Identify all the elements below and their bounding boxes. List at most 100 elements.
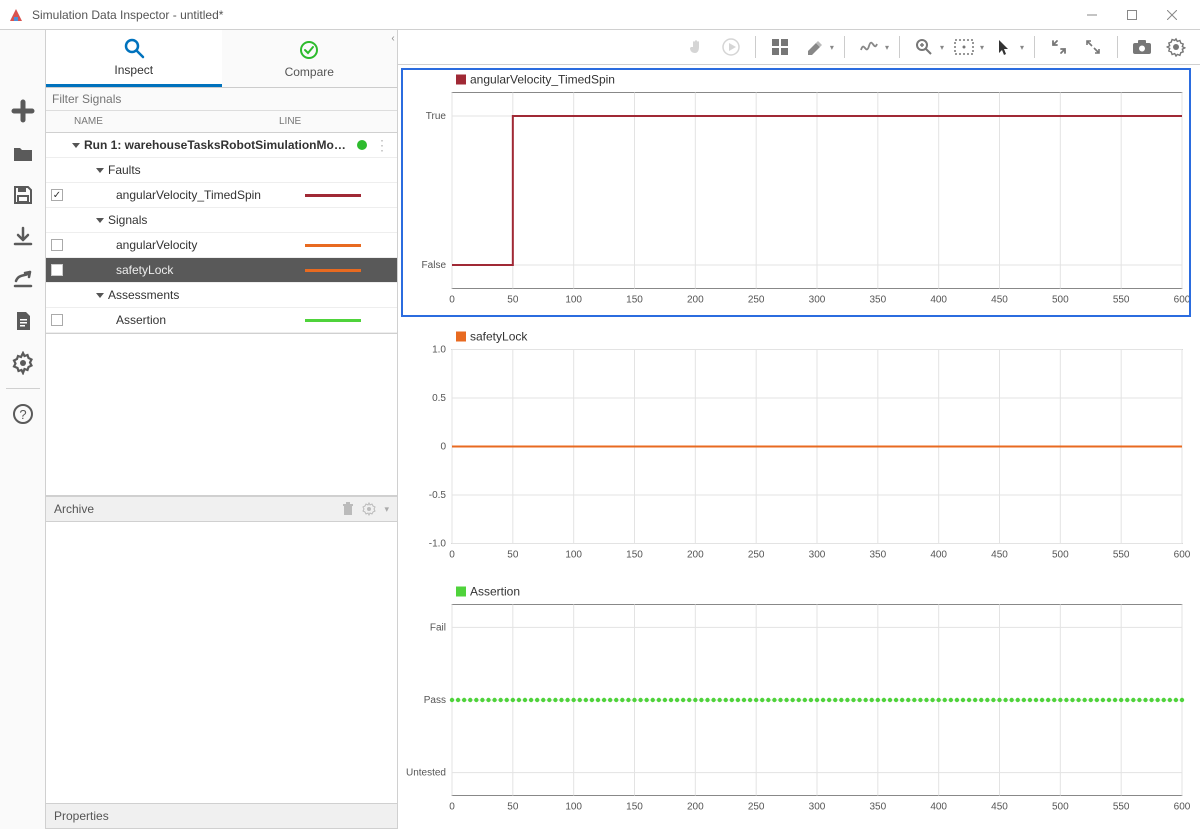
svg-text:0.5: 0.5 [432,393,446,404]
tree-item-angular-timed[interactable]: ✓ angularVelocity_TimedSpin [46,183,397,208]
svg-text:50: 50 [507,295,519,306]
plot-3[interactable]: Assertion0501001502002503003504004505005… [402,581,1190,823]
cursor-icon[interactable] [990,33,1018,61]
app-icon [8,7,24,23]
svg-text:Assertion: Assertion [470,585,520,599]
checkbox[interactable] [51,314,63,326]
stream-icon[interactable] [717,33,745,61]
zoom-icon[interactable] [910,33,938,61]
svg-text:50: 50 [507,550,519,561]
pan-icon[interactable] [683,33,711,61]
line-color-swatch [305,319,361,322]
svg-text:350: 350 [869,295,886,306]
svg-text:400: 400 [930,802,947,813]
gear-icon[interactable] [362,502,376,516]
svg-text:600: 600 [1174,550,1190,561]
help-button[interactable]: ? [4,396,42,432]
svg-text:450: 450 [991,802,1008,813]
svg-text:550: 550 [1113,295,1130,306]
restore-window-icon[interactable] [1045,33,1073,61]
tree-group-assessments[interactable]: Assessments [46,283,397,308]
signal-plot-type-icon[interactable] [855,33,883,61]
svg-text:400: 400 [930,295,947,306]
svg-text:300: 300 [809,295,826,306]
chevron-down-icon[interactable]: ▾ [384,504,389,515]
plot-2[interactable]: safetyLock050100150200250300350400450500… [402,326,1190,571]
tab-label: Compare [285,65,334,79]
minimize-button[interactable] [1072,1,1112,29]
tree-group-faults[interactable]: Faults [46,158,397,183]
plot-1[interactable]: angularVelocity_TimedSpin050100150200250… [402,69,1190,316]
close-button[interactable] [1152,1,1192,29]
chevron-down-icon[interactable]: ▾ [980,43,984,52]
svg-text:50: 50 [507,802,519,813]
svg-text:-0.5: -0.5 [429,490,447,501]
snapshot-icon[interactable] [1128,33,1156,61]
add-button[interactable] [4,93,42,129]
svg-text:500: 500 [1052,802,1069,813]
inspect-panel: ‹ Inspect Compare NAME LINE Run 1: wareh… [46,30,398,829]
column-header: NAME LINE [46,111,397,133]
line-color-swatch [305,194,361,197]
export-button[interactable] [4,261,42,297]
checkbox[interactable]: ✓ [51,189,63,201]
save-button[interactable] [4,177,42,213]
tab-inspect[interactable]: Inspect [46,30,222,87]
svg-text:550: 550 [1113,550,1130,561]
tree-run-row[interactable]: Run 1: warehouseTasksRobotSimulationMode… [46,133,397,158]
svg-text:200: 200 [687,295,704,306]
tree-group-signals[interactable]: Signals [46,208,397,233]
tab-compare[interactable]: Compare [222,30,398,87]
col-line-header: LINE [273,116,397,127]
delete-icon[interactable] [342,502,354,516]
svg-text:-1.0: -1.0 [429,539,447,550]
svg-text:100: 100 [565,802,582,813]
signal-tree: Run 1: warehouseTasksRobotSimulationMode… [46,133,397,334]
maximize-button[interactable] [1112,1,1152,29]
chevron-down-icon[interactable]: ▾ [830,43,834,52]
col-name-header: NAME [68,116,273,127]
checkbox[interactable] [51,264,63,276]
tree-item-safety-lock[interactable]: safetyLock [46,258,397,283]
svg-text:500: 500 [1052,295,1069,306]
import-button[interactable] [4,219,42,255]
svg-text:600: 600 [1174,802,1190,813]
gear-icon[interactable] [1162,33,1190,61]
svg-text:False: False [422,260,447,271]
svg-text:150: 150 [626,295,643,306]
side-toolbar: ? [0,30,46,829]
svg-text:350: 350 [869,802,886,813]
chevron-down-icon[interactable]: ▾ [940,43,944,52]
clear-plot-icon[interactable] [800,33,828,61]
svg-text:600: 600 [1174,295,1190,306]
collapse-panel-button[interactable]: ‹ [388,32,398,44]
archive-header[interactable]: Archive ▾ [46,496,397,522]
properties-header[interactable]: Properties [46,803,397,829]
title-bar: Simulation Data Inspector - untitled* [0,0,1200,30]
run-options-button[interactable]: ⋮ [371,140,393,150]
tree-item-angular-velocity[interactable]: angularVelocity [46,233,397,258]
filter-row [46,88,397,111]
filter-input[interactable] [46,88,397,110]
chevron-down-icon[interactable]: ▾ [885,43,889,52]
tree-item-assertion[interactable]: Assertion [46,308,397,333]
status-dot-icon [357,140,367,150]
open-folder-button[interactable] [4,135,42,171]
svg-text:0: 0 [449,550,455,561]
tab-label: Inspect [114,63,153,77]
svg-text:Untested: Untested [406,768,446,779]
svg-text:100: 100 [565,550,582,561]
svg-text:?: ? [19,407,26,422]
checkbox[interactable] [51,239,63,251]
layout-icon[interactable] [766,33,794,61]
run-label: Run 1: warehouseTasksRobotSimulationMode… [84,138,351,152]
maximize-plot-icon[interactable] [1079,33,1107,61]
svg-text:safetyLock: safetyLock [470,330,528,344]
fit-to-view-icon[interactable] [950,33,978,61]
svg-text:400: 400 [930,550,947,561]
chevron-down-icon[interactable]: ▾ [1020,43,1024,52]
report-button[interactable] [4,303,42,339]
svg-text:300: 300 [809,550,826,561]
svg-text:450: 450 [991,550,1008,561]
preferences-button[interactable] [4,345,42,381]
